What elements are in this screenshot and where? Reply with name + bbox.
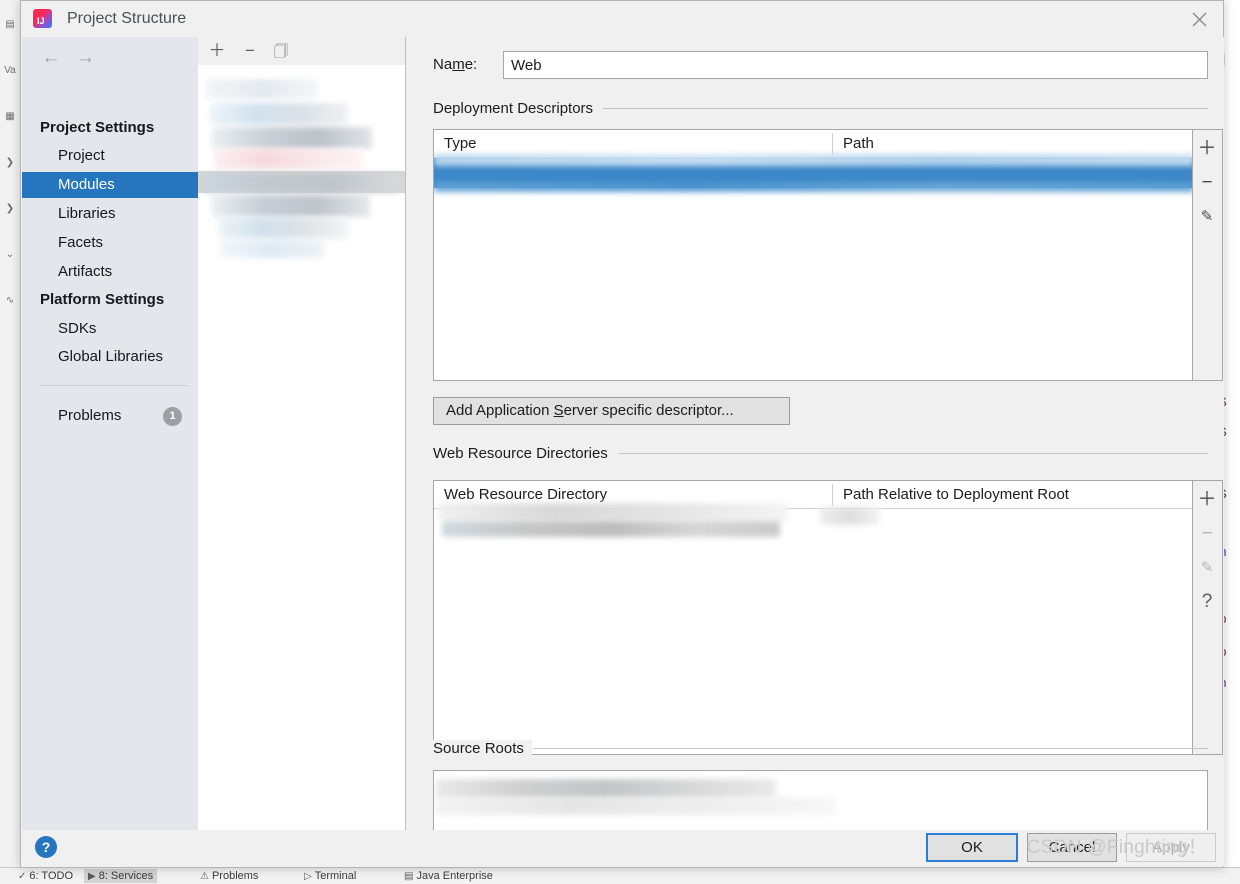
censored-block [204,173,400,193]
censored-block [206,79,318,99]
dialog-title: Project Structure [67,10,187,27]
tool-window-label: 6: TODO [29,870,73,882]
sidebar-item-modules[interactable]: Modules [22,172,198,198]
plus-icon[interactable]: ＋ [1193,485,1221,515]
sidebar-item-libraries[interactable]: Libraries [22,201,198,227]
ide-tool-window-bar[interactable]: ✓ 6: TODO ▶ 8: Services ⚠ Problems ▷ Terminal ▤ J… [0,867,1240,884]
sidebar-item-facets[interactable]: Facets [22,230,198,256]
tool-window-label: Problems [211,870,259,882]
censored-block [220,240,324,258]
sidebar-item-problems[interactable]: Problems 1 [22,403,198,429]
tool-window-icon: ▷ [304,871,312,882]
plus-icon[interactable]: ＋ [206,41,228,61]
deployment-descriptors-title: Deployment Descriptors [433,100,602,117]
tool-window-icon: ⚠ [200,871,209,882]
censored-block [218,217,348,239]
arrow-right-icon[interactable]: → [70,47,100,69]
sidebar-divider [40,385,188,386]
column-header-type[interactable]: Type [434,130,832,157]
intellij-idea-icon: IJ [33,9,52,28]
tool-window-button-java-enterprise[interactable]: ▤ Java Enterprise [400,869,497,883]
web-resource-directories-title: Web Resource Directories [433,445,616,462]
column-header-path[interactable]: Path [833,130,1192,157]
intellij-idea-icon-glyph: IJ [37,16,45,26]
add-application-server-descriptor-button[interactable]: Add Application Server specific descript… [433,397,790,425]
help-icon[interactable]: ? [35,836,57,858]
ok-button[interactable]: OK [926,833,1018,862]
minus-icon[interactable]: − [1193,168,1221,198]
sidebar-item-project[interactable]: Project [22,143,198,169]
plus-icon[interactable]: ＋ [1193,134,1221,164]
modules-tree-toolbar: ＋ − 🗍 [198,37,405,65]
ide-strip-icon[interactable]: ∿ [2,294,18,308]
censored-block [436,779,776,799]
pencil-icon[interactable]: ✎ [1193,202,1221,232]
ide-strip-icon[interactable]: ▦ [2,110,18,124]
apply-button: Apply [1126,833,1216,862]
arrow-left-icon[interactable]: ← [36,47,66,69]
censored-block [820,507,880,525]
module-name-label: Name: [433,56,478,73]
web-resource-directories-toolbar: ＋ − ✎ ? [1193,480,1223,755]
censored-block [434,182,1192,192]
tool-window-label: Java Enterprise [416,870,493,882]
sidebar-item-artifacts[interactable]: Artifacts [22,259,198,285]
module-name-input[interactable] [503,51,1208,79]
ide-strip-icon[interactable]: ⌄ [2,248,18,262]
tool-window-button-6-todo[interactable]: ✓ 6: TODO [14,869,77,883]
copy-icon[interactable]: 🗍 [270,41,292,61]
sidebar-history-nav: ← → [36,47,100,69]
source-roots-title: Source Roots [433,740,532,757]
project-structure-dialog: IJ Project Structure ← → Project Setting… [20,0,1224,868]
pencil-icon: ✎ [1200,559,1214,576]
settings-sidebar: ← → Project Settings Project Modules Lib… [22,37,198,832]
minus-icon[interactable]: − [239,41,261,61]
tool-window-icon: ✓ [18,871,27,882]
ide-left-tool-strip: ▤ Va ▦ ❯ ❯ ⌄ ∿ [0,0,21,868]
deployment-descriptors-rule [603,108,1208,109]
sidebar-item-global-libraries[interactable]: Global Libraries [22,344,198,370]
modules-tree-panel: ＋ − 🗍 [198,37,406,832]
tool-window-icon: ▤ [404,871,414,882]
minus-icon: − [1201,523,1213,544]
tool-window-button-terminal[interactable]: ▷ Terminal [300,869,360,883]
tool-window-icon: ▶ [88,871,96,882]
sidebar-group-platform-settings: Platform Settings [40,291,165,308]
tool-window-label: Terminal [314,870,357,882]
ide-strip-icon[interactable]: ❯ [2,202,18,216]
ide-strip-icon[interactable]: ▤ [2,18,18,32]
tool-window-label: 8: Services [98,870,154,882]
deployment-descriptors-toolbar: ＋ − ✎ [1193,129,1223,381]
censored-block [210,103,348,125]
censored-block [442,521,780,537]
module-settings-content: Name: Deployment Descriptors Type Path ＋… [407,37,1224,832]
web-resource-directories-table[interactable]: Web Resource Directory Path Relative to … [433,480,1193,755]
tool-window-button-8-services[interactable]: ▶ 8: Services [84,869,158,883]
source-roots-table[interactable] [433,770,1208,832]
cancel-button[interactable]: Cancel [1027,833,1117,862]
module-name-row: Name: [433,51,1208,79]
censored-block [434,154,1192,166]
ide-strip-icon[interactable]: Va [2,64,18,78]
censored-block [436,797,836,815]
censored-block [214,149,364,169]
question-icon[interactable]: ? [1193,587,1221,617]
close-icon[interactable] [1177,1,1223,35]
tool-window-button-problems[interactable]: ⚠ Problems [196,869,262,883]
column-header-path-relative-to-deployment-root[interactable]: Path Relative to Deployment Root [833,481,1192,508]
sidebar-group-project-settings: Project Settings [40,119,155,136]
source-roots-rule [533,748,1208,749]
ide-strip-icon[interactable]: ❯ [2,156,18,170]
censored-block [438,503,788,521]
dialog-titlebar: IJ Project Structure [21,1,1223,37]
sidebar-item-sdks[interactable]: SDKs [22,316,198,342]
deployment-descriptors-table[interactable]: Type Path [433,129,1193,381]
censored-block [212,127,372,149]
problems-count-badge: 1 [163,407,182,426]
web-resource-directories-rule [619,453,1208,454]
dialog-footer: ? OK Cancel Apply [22,830,1224,866]
modules-tree-body[interactable] [198,65,405,832]
censored-block [212,195,370,217]
sidebar-item-problems-label: Problems [58,407,122,424]
